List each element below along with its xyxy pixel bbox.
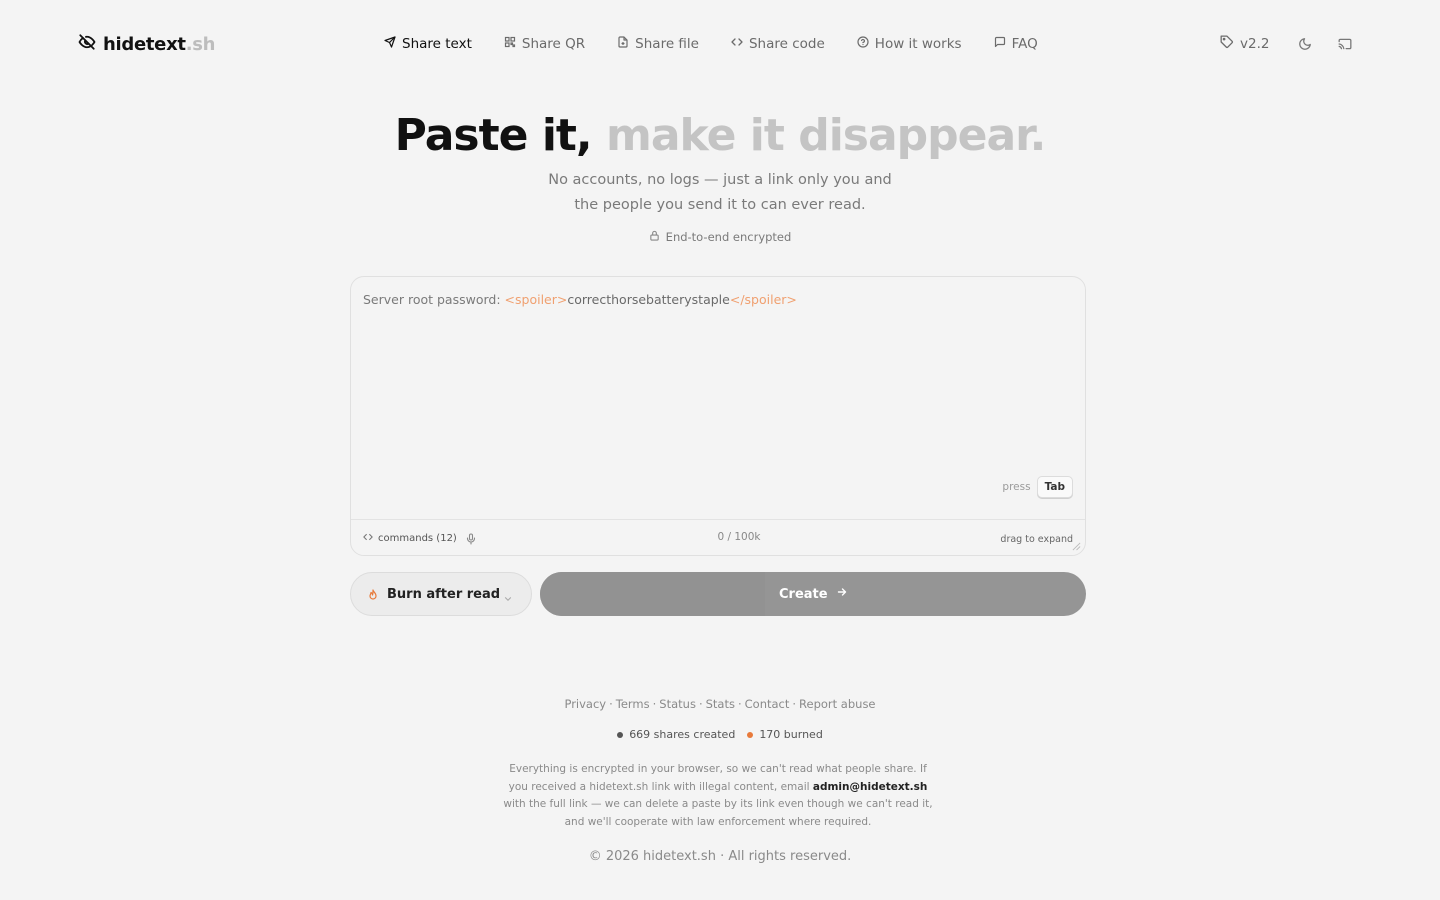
help-circle-icon: [857, 36, 869, 52]
stat-burned: 170 burned: [747, 728, 823, 741]
nav-faq[interactable]: FAQ: [994, 36, 1038, 52]
cast-icon[interactable]: [1337, 36, 1353, 52]
encryption-badge: End-to-end encrypted: [0, 230, 1440, 244]
footer-links: Privacy · Terms · Status · Stats · Contact · Repor…: [564, 697, 876, 711]
spoiler-open-tag: <spoiler>: [504, 292, 568, 307]
text-editor[interactable]: Server root password: <spoiler>correctho…: [350, 276, 1086, 556]
code-icon: [731, 36, 743, 52]
nav-share-qr[interactable]: Share QR: [504, 36, 585, 52]
main-nav: Share text Share QR Share file Share cod…: [384, 34, 1070, 54]
admin-email-link[interactable]: admin@hidetext.sh: [813, 781, 927, 793]
version-badge[interactable]: v2.2: [1220, 35, 1269, 53]
arrow-right-icon: [836, 586, 848, 602]
nav-label: Share file: [635, 36, 699, 52]
stat-shares: 669 shares created: [617, 728, 735, 741]
nav-label: How it works: [874, 36, 962, 52]
create-button[interactable]: Create: [540, 572, 1086, 616]
footer-link-contact[interactable]: Contact: [745, 697, 790, 711]
header: hidetext.sh Share text Share QR Share fi…: [0, 0, 1440, 88]
theme-toggle-moon-icon[interactable]: [1297, 36, 1313, 52]
version-label: v2.2: [1240, 36, 1270, 52]
logo[interactable]: hidetext.sh: [78, 33, 215, 55]
logo-name: hidetext: [103, 33, 186, 55]
file-icon: [617, 36, 629, 52]
footer-link-privacy[interactable]: Privacy: [564, 697, 606, 711]
tab-hint: press Tab: [1002, 476, 1073, 498]
editor-footer: commands (12) 0 / 100k drag to expand: [351, 519, 1085, 555]
nav-share-text[interactable]: Share text: [384, 36, 472, 52]
message-icon: [994, 36, 1006, 52]
footer-link-stats[interactable]: Stats: [706, 697, 735, 711]
copyright: © 2026 hidetext.sh · All rights reserved…: [588, 849, 852, 864]
create-button-content: Create: [779, 572, 848, 616]
shares-created: 669 shares created: [629, 728, 736, 741]
drag-hint: drag to expand: [1000, 534, 1073, 545]
encryption-label: End-to-end encrypted: [665, 230, 792, 244]
nav-label: Share text: [402, 36, 472, 52]
send-icon: [384, 36, 396, 52]
burn-after-read-select[interactable]: Burn after read: [350, 572, 532, 616]
burned-count: 170 burned: [759, 728, 823, 741]
legal-after: with the full link — we can delete a pas…: [503, 798, 933, 829]
create-button-shade: [540, 572, 765, 616]
qr-icon: [504, 36, 516, 52]
create-label: Create: [779, 586, 828, 602]
spoiler-close-tag: </spoiler>: [729, 292, 797, 307]
press-label: press: [1002, 481, 1031, 493]
lock-icon: [649, 230, 660, 244]
burn-label: Burn after read: [387, 586, 501, 602]
editor-prefix: Server root password:: [363, 292, 505, 307]
nav-label: Share code: [748, 36, 825, 52]
eye-off-icon: [78, 33, 96, 55]
nav-label: Share QR: [521, 36, 586, 52]
nav-how-it-works[interactable]: How it works: [857, 36, 962, 52]
nav-share-file[interactable]: Share file: [617, 36, 699, 52]
nav-share-code[interactable]: Share code: [731, 36, 825, 52]
hero-subtitle-line1: No accounts, no logs — just a link only …: [548, 172, 892, 188]
status-dot: [617, 731, 624, 738]
header-actions: v2.2: [1220, 33, 1377, 55]
stats-row: 669 shares created 170 burned: [0, 728, 1440, 741]
legal-notice: Everything is encrypted in your browser,…: [500, 761, 936, 832]
spoiler-secret: correcthorsebatterystaple: [567, 292, 730, 307]
editor-content[interactable]: Server root password: <spoiler>correctho…: [363, 292, 797, 307]
hero-title-dark: Paste it,: [394, 110, 593, 161]
hero-title: Paste it, make it disappear.: [0, 110, 1440, 162]
footer-link-status[interactable]: Status: [659, 697, 696, 711]
chevron-down-icon: [503, 589, 513, 602]
tab-key[interactable]: Tab: [1036, 476, 1073, 498]
status-dot: [747, 731, 754, 738]
hero-subtitle: No accounts, no logs — just a link only …: [0, 168, 1440, 218]
footer-link-terms[interactable]: Terms: [616, 697, 650, 711]
tag-icon: [1220, 35, 1234, 53]
nav-label: FAQ: [1011, 36, 1038, 52]
footer-link-report-abuse[interactable]: Report abuse: [799, 697, 875, 711]
hero-title-light: make it disappear.: [605, 110, 1046, 161]
resize-handle-icon[interactable]: [1072, 542, 1081, 551]
flame-icon: [367, 587, 379, 601]
logo-ext: .sh: [185, 33, 216, 55]
hero-subtitle-line2: the people you send it to can ever read.: [574, 197, 866, 213]
